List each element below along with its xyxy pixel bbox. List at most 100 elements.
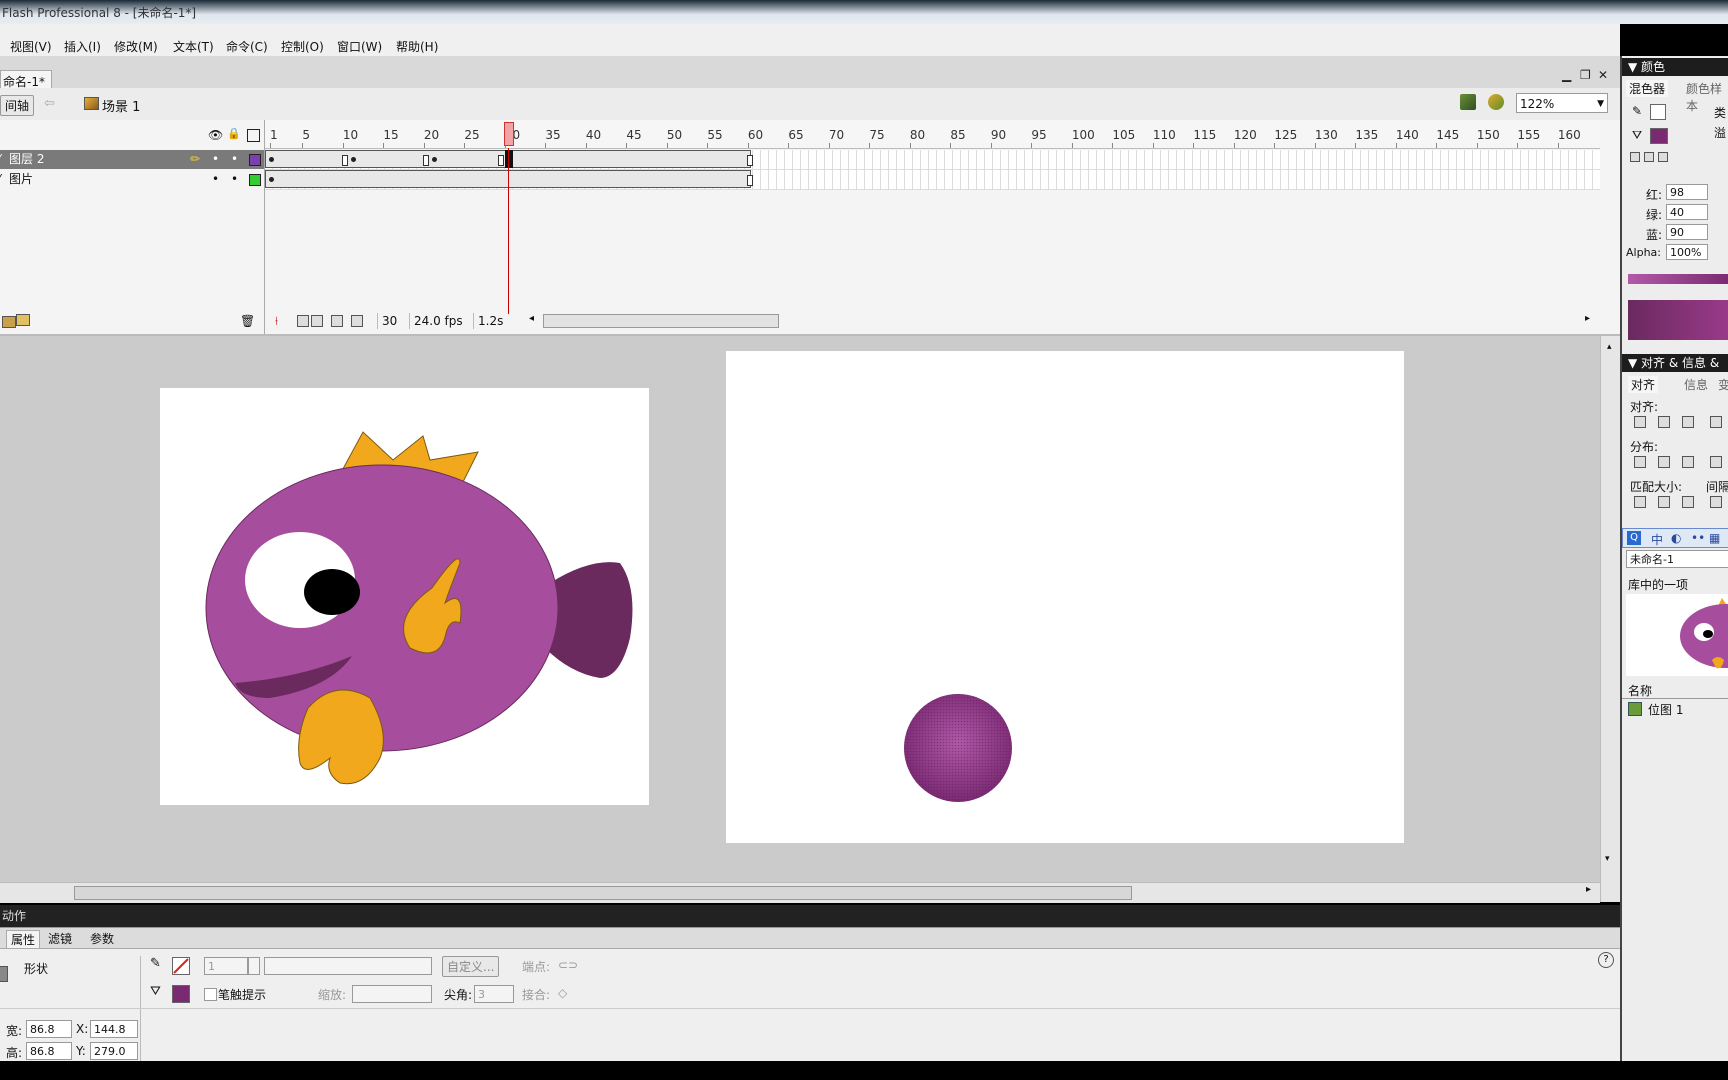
alpha-field[interactable]: 100% [1666,244,1708,260]
stroke-color-swatch[interactable] [172,957,190,975]
keyframe[interactable] [351,157,356,162]
playhead[interactable] [504,122,514,146]
stroke-height-dropdown[interactable] [248,957,260,975]
custom-stroke-button[interactable]: 自定义... [442,956,500,977]
match-height-icon[interactable] [1658,496,1670,508]
outline-icon[interactable] [247,129,260,142]
tab-color-mixer[interactable]: 混色器 [1626,80,1669,97]
mixer-stroke-swatch[interactable] [1650,104,1666,120]
center-frame-icon[interactable]: ⍿ [275,314,278,329]
ime-chinese-mode[interactable]: 中 [1651,531,1663,548]
y-field[interactable]: 279.0 [90,1042,138,1060]
close-icon[interactable]: ✕ [1598,68,1608,82]
tab-transform[interactable]: 变 [1718,376,1728,393]
match-width-icon[interactable] [1634,496,1646,508]
x-field[interactable]: 144.8 [90,1020,138,1038]
onion-outline-icon[interactable] [311,315,323,327]
stage-vscroll[interactable]: ▴ ▾ [1600,336,1621,902]
eye-icon[interactable]: 👁 [208,128,223,142]
lock-dot[interactable]: • [231,170,238,189]
scroll-up-icon[interactable]: ▴ [1607,342,1612,352]
add-folder-icon[interactable] [16,314,30,326]
align-left-icon[interactable] [1634,416,1646,428]
distribute-vcenter-icon[interactable] [1658,456,1670,468]
back-arrow-icon[interactable]: ⇦ [44,96,55,111]
stage-area[interactable] [0,336,1600,902]
distribute-bottom-icon[interactable] [1682,456,1694,468]
align-right-icon[interactable] [1682,416,1694,428]
ime-punct-icon[interactable]: •• [1691,531,1705,545]
frame-grid[interactable] [265,148,1600,308]
fill-color-swatch[interactable] [172,985,190,1003]
distribute-top-icon[interactable] [1634,456,1646,468]
tab-info[interactable]: 信息 [1684,376,1708,393]
layer-row-layer2[interactable]: ⁄ 图层 2 ✏ • • [0,150,264,169]
frame-row-layer2[interactable] [265,150,1600,170]
library-name-header[interactable]: 名称 [1622,682,1728,699]
fish-bitmap[interactable] [160,388,649,805]
endpoint-icon[interactable]: ⊂⊃ [558,958,578,972]
library-item[interactable]: 位图 1 [1622,700,1728,718]
match-both-icon[interactable] [1682,496,1694,508]
scroll-right-icon[interactable]: ▸ [1585,313,1590,324]
frame-ruler[interactable]: 1510152025303540455055606570758085909510… [265,120,1600,149]
stage-hscroll-thumb[interactable] [74,886,1132,900]
actions-panel-bar[interactable]: 动作 [0,905,1620,927]
timeline-hscroll-thumb[interactable] [543,314,779,328]
height-field[interactable]: 86.8 [26,1042,72,1060]
black-white-icon[interactable] [1630,152,1640,162]
onion-skin-icon[interactable] [297,315,309,327]
modify-markers-icon[interactable] [351,315,363,327]
menu-control[interactable]: 控制(O) [281,38,324,55]
menu-window[interactable]: 窗口(W) [337,38,382,55]
layer-color-swatch[interactable] [249,174,261,186]
no-color-icon[interactable] [1644,152,1654,162]
lock-dot[interactable]: • [231,150,238,169]
green-field[interactable]: 40 [1666,204,1708,220]
scroll-left-icon[interactable]: ◂ [529,313,534,324]
color-panel-header[interactable]: ▼ 颜色 [1622,58,1728,76]
miter-field[interactable]: 3 [474,985,514,1003]
zoom-select[interactable]: 122% ▼ [1516,93,1608,113]
stroke-hint-checkbox[interactable] [204,988,217,1001]
stage-hscroll[interactable]: ▸ [0,882,1600,903]
keyframe[interactable] [269,157,274,162]
menu-insert[interactable]: 插入(I) [64,38,101,55]
layer-color-swatch[interactable] [249,154,261,166]
trash-icon[interactable]: 🗑 [240,314,255,328]
insert-layer-icon[interactable] [2,316,16,328]
space-evenly-icon[interactable] [1710,496,1722,508]
stage-canvas[interactable] [726,351,1404,843]
library-doc-select[interactable]: 未命名-1 [1626,550,1728,568]
join-icon[interactable]: ◇ [558,986,567,1000]
tab-properties[interactable]: 属性 [6,930,41,948]
keyframe[interactable] [269,177,274,182]
selected-frame[interactable] [505,150,513,168]
tab-filters[interactable]: 滤镜 [48,930,72,947]
red-field[interactable]: 98 [1666,184,1708,200]
mixer-fill-swatch[interactable] [1650,128,1668,144]
scale-select[interactable] [352,985,432,1003]
distribute-left-icon[interactable] [1710,456,1722,468]
frame-row-picture[interactable] [265,170,1600,190]
edit-symbol-icon[interactable] [1488,94,1504,110]
align-hcenter-icon[interactable] [1658,416,1670,428]
swap-colors-icon[interactable] [1658,152,1668,162]
minimize-icon[interactable]: ▁ [1562,68,1571,82]
timeline-toggle-button[interactable]: 间轴 [0,95,35,116]
scroll-right-icon[interactable]: ▸ [1586,884,1591,895]
lock-icon[interactable]: 🔒 [227,127,241,140]
help-icon[interactable]: ? [1598,952,1614,968]
visibility-dot[interactable]: • [212,170,219,189]
blue-field[interactable]: 90 [1666,224,1708,240]
edit-scene-icon[interactable] [1460,94,1476,110]
scroll-down-icon[interactable]: ▾ [1605,854,1610,864]
color-spectrum-strip[interactable] [1628,274,1728,284]
keyframe[interactable] [432,157,437,162]
menu-help[interactable]: 帮助(H) [396,38,438,55]
tab-align[interactable]: 对齐 [1628,376,1659,393]
visibility-dot[interactable]: • [212,150,219,169]
align-top-icon[interactable] [1710,416,1722,428]
layer-row-picture[interactable]: ⁄ 图片 • • [0,170,264,189]
stroke-height-field[interactable]: 1 [204,957,248,975]
